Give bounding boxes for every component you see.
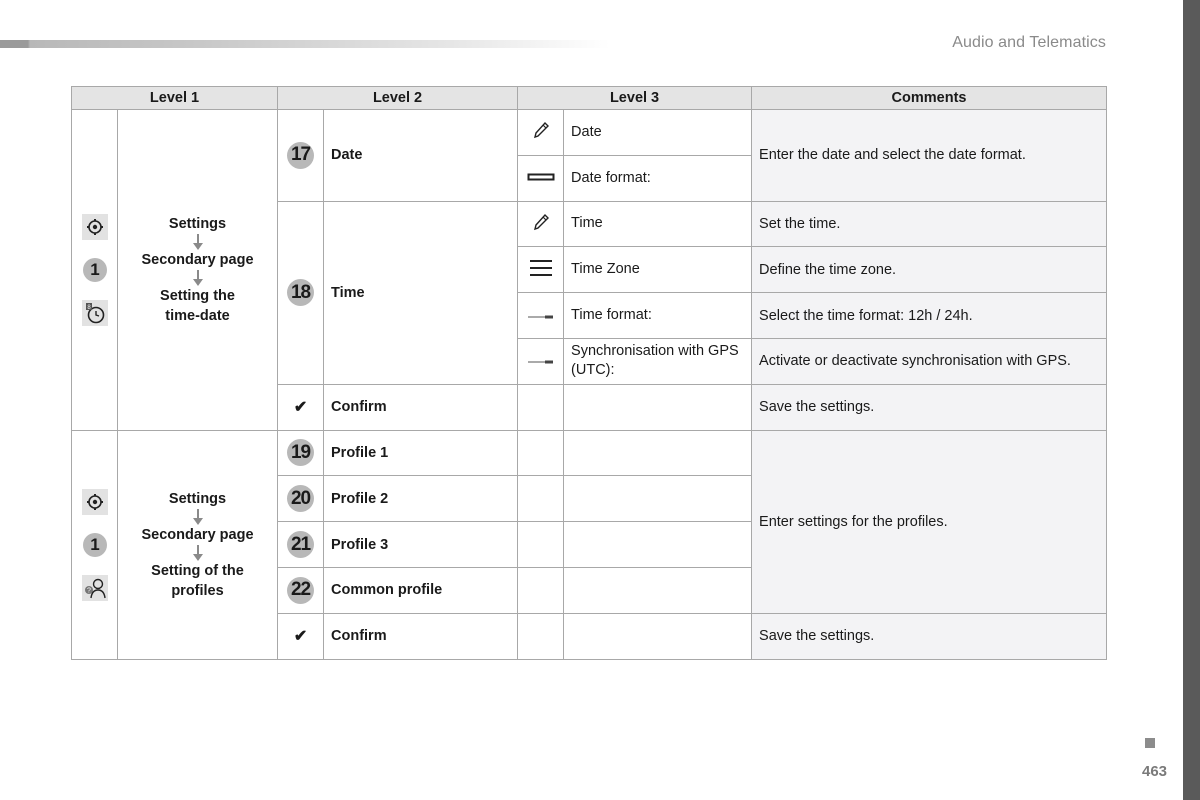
pencil-icon (533, 122, 549, 139)
number-19-badge: 19 (287, 439, 315, 467)
checkmark-icon: ✔ (293, 628, 308, 646)
comment-cell: Save the settings. (751, 612, 1107, 660)
level2-number-cell: 20 (277, 475, 325, 523)
number-18-badge: 18 (287, 279, 315, 307)
level1-path-cell: Settings Secondary page Setting the time… (116, 109, 279, 431)
empty-cell (517, 612, 565, 660)
column-header-level2: Level 2 (277, 86, 519, 110)
table-header-row: Level 1 Level 2 Level 3 Comments (70, 86, 1107, 110)
level2-label: Profile 2 (323, 475, 519, 523)
level2-label: Time (323, 200, 519, 385)
number-20-badge: 20 (287, 485, 315, 513)
level2-number-cell: 19 (277, 429, 325, 477)
level1-path-cell: Settings Secondary page Setting of the p… (116, 429, 279, 660)
number-21-badge: 21 (287, 531, 315, 559)
level3-label: Date format: (563, 154, 753, 202)
arrow-down-icon (192, 269, 203, 286)
comment-cell: Save the settings. (751, 383, 1107, 431)
toggle-icon (527, 360, 553, 364)
pencil-icon (533, 213, 549, 231)
empty-cell (563, 429, 753, 477)
level1-step: Setting the time-date (160, 287, 235, 324)
column-header-level1: Level 1 (70, 86, 279, 110)
comment-cell: Enter the date and select the date forma… (751, 109, 1107, 202)
settings-gear-icon (81, 488, 108, 515)
empty-cell (517, 521, 565, 568)
level3-label: Synchronisation with GPS (UTC): (563, 337, 753, 385)
empty-cell (563, 566, 753, 614)
arrow-down-icon (192, 544, 203, 561)
number-1-icon: 1 (82, 257, 107, 282)
level1-icons-cell: 1 8 (71, 109, 118, 431)
comment-cell: Activate or deactivate synchronisation w… (751, 337, 1107, 385)
level2-label: Confirm (323, 612, 519, 660)
toggle-icon (527, 315, 553, 319)
empty-cell (563, 383, 753, 431)
level3-label: Time Zone (563, 246, 753, 294)
level2-label: Profile 3 (323, 521, 519, 568)
comment-cell: Set the time. (751, 200, 1107, 248)
empty-cell (517, 475, 565, 523)
level2-label: Profile 1 (323, 429, 519, 477)
number-17-badge: 17 (287, 141, 315, 169)
column-header-comments: Comments (751, 86, 1107, 110)
level3-icon-cell (517, 109, 565, 156)
level1-step: Secondary page (141, 526, 254, 543)
level2-number-cell: 17 (277, 109, 325, 202)
level2-number-cell: 21 (277, 521, 325, 568)
settings-table: Level 1 Level 2 Level 3 Comments 1 8 Set… (70, 86, 1107, 660)
empty-cell (563, 612, 753, 660)
page-number: 463 (1142, 763, 1168, 780)
section-title: Audio and Telematics (952, 34, 1106, 51)
arrow-down-icon (192, 508, 203, 525)
comment-cell: Define the time zone. (751, 246, 1107, 294)
column-header-level3: Level 3 (517, 86, 753, 110)
empty-cell (563, 475, 753, 523)
settings-gear-icon (81, 213, 108, 240)
level3-icon-cell (517, 200, 565, 248)
checkmark-icon: ✔ (293, 399, 308, 417)
level3-icon-cell (517, 292, 565, 339)
number-1-icon: 1 (82, 532, 107, 557)
level1-step: Setting of the profiles (151, 562, 244, 599)
empty-cell (517, 566, 565, 614)
empty-cell (563, 521, 753, 568)
header-gradient-bar (0, 40, 610, 48)
table-row: 1 8 Settings Secondary page Setting the … (71, 109, 1107, 431)
level2-icon-cell: ✔ (277, 383, 325, 431)
empty-cell (517, 383, 565, 431)
level1-step: Settings (168, 215, 227, 232)
svg-text:?: ? (87, 587, 91, 594)
level3-label: Time (563, 200, 753, 248)
profile-icon: ? (81, 574, 108, 601)
clock-icon: 8 (81, 299, 108, 326)
level1-step: Settings (168, 490, 227, 507)
list-icon (529, 259, 552, 276)
page-marker (1145, 738, 1155, 748)
level3-icon-cell (517, 246, 565, 294)
level1-step: Secondary page (141, 251, 254, 268)
level3-icon-cell (517, 154, 565, 202)
rectangle-icon (527, 173, 555, 181)
level3-label: Date (563, 109, 753, 156)
level2-number-cell: 18 (277, 200, 325, 385)
comment-cell: Select the time format: 12h / 24h. (751, 292, 1107, 339)
level3-icon-cell (517, 337, 565, 385)
level2-label: Date (323, 109, 519, 202)
level1-icons-cell: 1 ? (71, 429, 118, 660)
comment-cell: Enter settings for the profiles. (751, 429, 1107, 614)
chapter-side-tab (1183, 0, 1200, 800)
level3-label: Time format: (563, 292, 753, 339)
number-22-badge: 22 (287, 576, 315, 604)
empty-cell (517, 429, 565, 477)
table-row: 1 ? Settings Secondary page Setting of t… (71, 429, 1107, 660)
level2-number-cell: 22 (277, 566, 325, 614)
arrow-down-icon (192, 233, 203, 250)
level2-icon-cell: ✔ (277, 612, 325, 660)
level2-label: Confirm (323, 383, 519, 431)
level2-label: Common profile (323, 566, 519, 614)
